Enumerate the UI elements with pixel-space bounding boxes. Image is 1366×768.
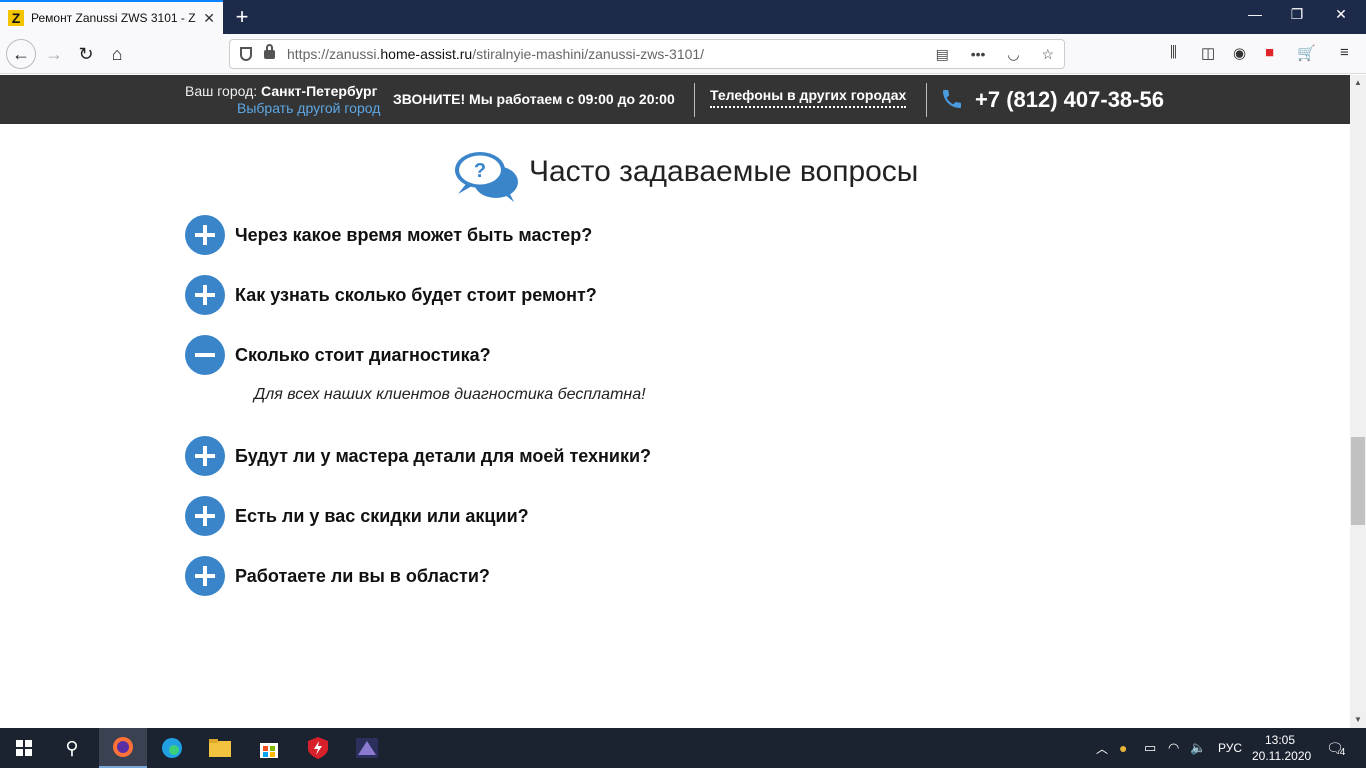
expand-plus-icon[interactable] — [185, 556, 225, 596]
expand-plus-icon[interactable] — [185, 215, 225, 255]
lock-icon[interactable] — [264, 43, 275, 59]
tab-title: Ремонт Zanussi ZWS 3101 - Za — [31, 11, 196, 25]
site-header: Ваш город: Санкт-Петербург Выбрать друго… — [0, 75, 1350, 124]
notifications-count: 4 — [1339, 746, 1346, 758]
library-icon[interactable]: ⫼ — [1170, 44, 1177, 61]
faq-title: Часто задаваемые вопросы — [529, 155, 919, 188]
other-cities-phones-link[interactable]: Телефоны в других городах — [710, 87, 907, 108]
browser-tab-active[interactable]: Z Ремонт Zanussi ZWS 3101 - Za ✕ — [0, 0, 223, 34]
antivirus-taskbar-button[interactable] — [294, 728, 342, 768]
faq-answer: Для всех наших клиентов диагностика бесп… — [254, 386, 646, 403]
store-taskbar-button[interactable] — [245, 728, 293, 768]
volume-icon[interactable]: 🔈 — [1190, 728, 1206, 768]
tracking-shield-icon[interactable] — [240, 47, 252, 61]
new-tab-icon[interactable]: + — [230, 4, 254, 30]
collapse-minus-icon[interactable] — [185, 335, 225, 375]
expand-plus-icon[interactable] — [185, 436, 225, 476]
faq-question[interactable]: Как узнать сколько будет стоит ремонт? — [235, 285, 597, 306]
search-icon[interactable]: ⚲ — [48, 728, 96, 768]
home-icon[interactable]: ⌂ — [103, 40, 131, 68]
shield-lightning-icon — [308, 737, 328, 759]
header-divider — [694, 83, 695, 117]
store-icon — [260, 743, 278, 758]
reload-icon[interactable]: ↻ — [72, 40, 100, 68]
language-indicator[interactable]: РУС — [1218, 728, 1242, 768]
account-icon[interactable]: ◉ — [1233, 44, 1246, 62]
phone-number[interactable]: +7 (812) 407-38-56 — [975, 87, 1164, 113]
windows-taskbar: ⚲ ︿ ● ▭ ◠ 🔈 РУС 13:05 20.11.2020 🗨 4 — [0, 728, 1366, 768]
reader-view-icon[interactable]: ▤ — [936, 46, 949, 62]
minimize-icon[interactable]: — — [1232, 6, 1278, 22]
cart-extension-icon[interactable]: 🛒 — [1297, 44, 1316, 62]
show-hidden-icons-icon[interactable]: ︿ — [1096, 728, 1108, 768]
faq-speech-bubbles-icon: ? — [455, 152, 518, 202]
extension-icon[interactable]: ■ — [1265, 44, 1274, 61]
clock-time: 13:05 — [1264, 733, 1296, 747]
page-scrollbar[interactable] — [1350, 75, 1366, 728]
firefox-taskbar-button[interactable] — [99, 728, 147, 768]
scroll-down-arrow-icon[interactable]: ▼ — [1350, 712, 1366, 728]
faq-question[interactable]: Через какое время может быть мастер? — [235, 225, 592, 246]
url-text: https://zanussi.home-assist.ru/stiralnyi… — [287, 46, 705, 62]
tray-app-icon[interactable]: ● — [1119, 728, 1127, 768]
notifications-icon[interactable]: 🗨 4 — [1326, 728, 1345, 768]
working-hours-text: ЗВОНИТЕ! Мы работаем с 09:00 до 20:00 — [393, 91, 675, 107]
back-icon[interactable]: ← — [6, 39, 36, 69]
folder-icon — [209, 739, 231, 757]
site-favicon: Z — [8, 10, 24, 26]
expand-plus-icon[interactable] — [185, 275, 225, 315]
tab-strip: Z Ремонт Zanussi ZWS 3101 - Za ✕ + — ❐ ✕ — [0, 0, 1366, 34]
explorer-taskbar-button[interactable] — [196, 728, 244, 768]
clock-date: 20.11.2020 — [1252, 749, 1312, 763]
restore-icon[interactable]: ❐ — [1274, 6, 1320, 23]
forward-icon[interactable]: → — [40, 40, 68, 68]
windows-logo-icon — [16, 740, 32, 756]
firefox-icon — [113, 737, 133, 757]
nav-bar: ← → ↻ ⌂ https://zanussi.home-assist.ru/s… — [0, 34, 1366, 74]
scrollbar-thumb[interactable] — [1351, 437, 1365, 525]
window-close-icon[interactable]: ✕ — [1318, 6, 1364, 23]
faq-question[interactable]: Будут ли у мастера детали для моей техни… — [235, 446, 651, 467]
page-actions-icon[interactable]: ••• — [971, 46, 986, 62]
phone-icon — [943, 90, 961, 108]
city-name: Санкт-Петербург — [261, 83, 378, 99]
battery-icon[interactable]: ▭ — [1144, 728, 1156, 768]
game-taskbar-button[interactable] — [343, 728, 391, 768]
menu-icon[interactable]: ≡ — [1340, 44, 1349, 61]
change-city-link[interactable]: Выбрать другой город — [237, 100, 380, 116]
taskbar-clock[interactable]: 13:05 20.11.2020 — [1252, 732, 1312, 764]
faq-question[interactable]: Работаете ли вы в области? — [235, 566, 490, 587]
tab-close-icon[interactable]: ✕ — [203, 10, 215, 27]
expand-plus-icon[interactable] — [185, 496, 225, 536]
faq-question[interactable]: Есть ли у вас скидки или акции? — [235, 506, 529, 527]
header-divider — [926, 83, 927, 117]
edge-taskbar-button[interactable] — [148, 728, 196, 768]
address-bar[interactable]: https://zanussi.home-assist.ru/stiralnyi… — [229, 39, 1065, 69]
game-icon — [356, 738, 378, 758]
start-button[interactable] — [0, 728, 48, 768]
bookmark-star-icon[interactable]: ☆ — [1041, 46, 1054, 62]
sidebar-icon[interactable]: ◫ — [1201, 44, 1215, 62]
faq-question[interactable]: Сколько стоит диагностика? — [235, 345, 491, 366]
edge-icon — [162, 738, 182, 758]
svg-text:?: ? — [474, 160, 486, 182]
city-label: Ваш город: Санкт-Петербург — [185, 83, 378, 99]
wifi-icon[interactable]: ◠ — [1168, 728, 1179, 768]
scroll-up-arrow-icon[interactable]: ▲ — [1350, 75, 1366, 91]
pocket-icon[interactable]: ◡ — [1007, 46, 1019, 62]
